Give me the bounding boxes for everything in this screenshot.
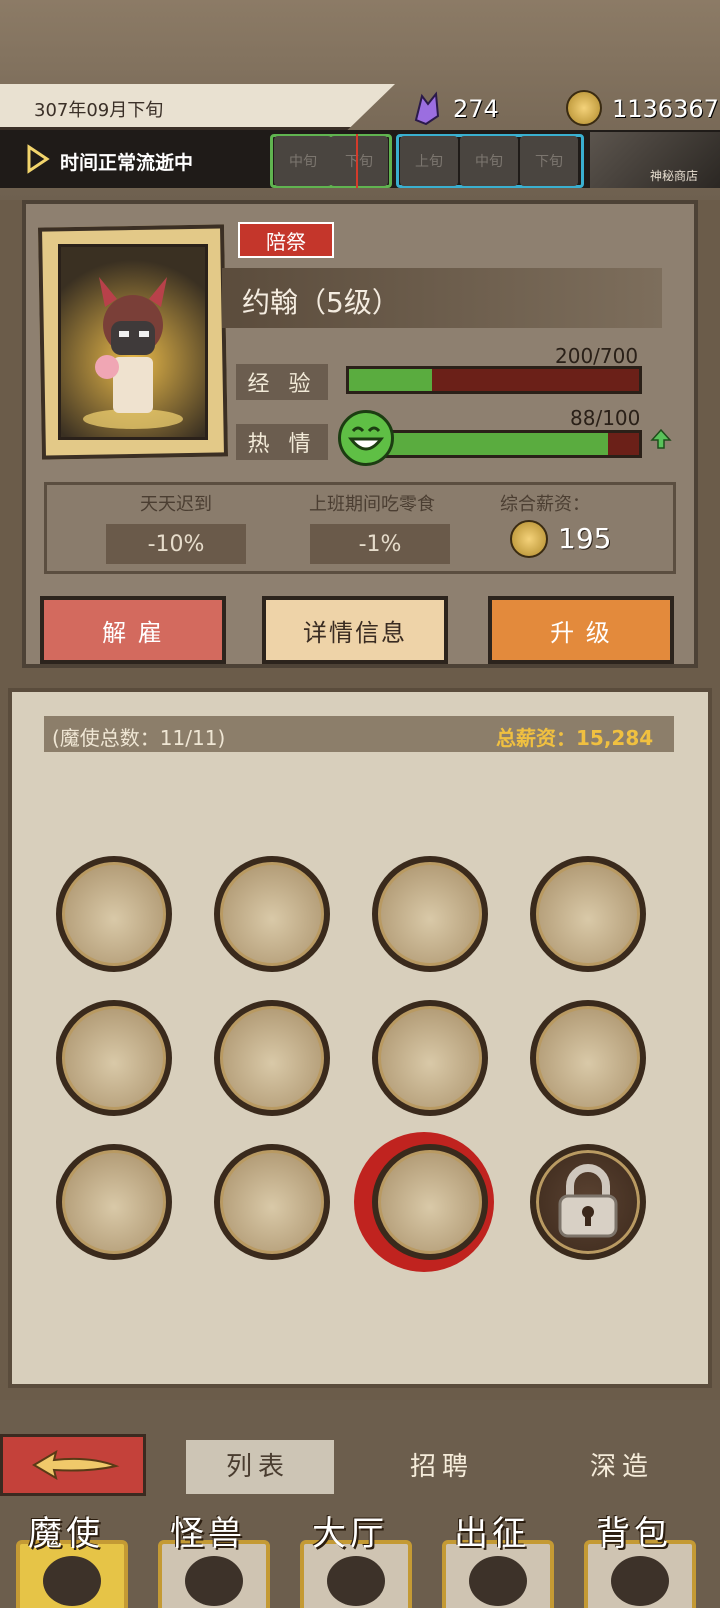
passion-value: 88/100 [570, 406, 641, 430]
gold-coin-icon [566, 90, 602, 126]
time-marker [356, 134, 358, 188]
arrow-left-icon [32, 1450, 120, 1480]
nav-monsters[interactable]: 怪兽 [170, 1506, 246, 1555]
exp-progress-fill [349, 369, 432, 391]
character-portrait [58, 244, 208, 440]
arrow-up-icon [650, 428, 672, 449]
gold-coin-icon [510, 520, 548, 558]
character-name: 约翰（5级） [242, 286, 400, 319]
period-slot-mid: 中旬 [274, 136, 332, 186]
nav-hall[interactable]: 大厅 [312, 1506, 388, 1555]
nav-demons[interactable]: 魔使 [28, 1506, 104, 1555]
staff-avatar-11-selected[interactable] [372, 1144, 488, 1260]
roster-count: (魔使总数：11/11) [52, 726, 226, 750]
backpack-icon [611, 1556, 669, 1606]
staff-avatar-1[interactable] [56, 856, 172, 972]
nav-expedition[interactable]: 出征 [454, 1506, 530, 1555]
staff-avatar-10[interactable] [214, 1144, 330, 1260]
gold-count: 1136367 [612, 95, 719, 123]
trait-1-name: 天天迟到 [140, 494, 212, 515]
locked-slot[interactable] [530, 1144, 646, 1260]
lock-icon [558, 1164, 618, 1238]
fire-button[interactable]: 解 雇 [40, 596, 226, 664]
game-date: 307年09月下旬 [34, 100, 164, 121]
staff-avatar-3[interactable] [372, 856, 488, 972]
tab-recruit[interactable]: 招聘 [410, 1446, 474, 1483]
passion-progress-fill [381, 433, 609, 455]
time-status: 时间正常流逝中 [60, 152, 194, 174]
passion-progress-bar [378, 430, 642, 458]
skull-icon [43, 1556, 101, 1606]
demon-girl-illustration [83, 277, 183, 429]
hall-icon [327, 1556, 385, 1606]
staff-avatar-5[interactable] [56, 1000, 172, 1116]
total-salary: 总薪资：15,284 [496, 726, 654, 750]
trait-2-name: 上班期间吃零食 [309, 494, 435, 515]
staff-avatar-6[interactable] [214, 1000, 330, 1116]
staff-avatar-4[interactable] [530, 856, 646, 972]
upgrade-button[interactable]: 升 级 [488, 596, 674, 664]
detail-info-button[interactable]: 详情信息 [262, 596, 448, 664]
exp-label: 经 验 [236, 364, 328, 400]
passion-label: 热 情 [236, 424, 328, 460]
salary-value: 195 [558, 522, 612, 555]
period-slot-late: 下旬 [330, 136, 388, 186]
happy-face-icon [338, 410, 394, 466]
character-tag: 陪祭 [238, 222, 334, 258]
mystery-shop-label: 神秘商店 [650, 169, 699, 183]
trait-2-value: -1% [310, 524, 450, 564]
period-slot-early-next: 上旬 [400, 136, 458, 186]
staff-avatar-9[interactable] [56, 1144, 172, 1260]
staff-avatar-7[interactable] [372, 1000, 488, 1116]
period-slot-late-next: 下旬 [520, 136, 578, 186]
staff-avatar-8[interactable] [530, 1000, 646, 1116]
exp-progress-bar [346, 366, 642, 394]
monster-icon [185, 1556, 243, 1606]
crystal-count: 274 [453, 95, 499, 123]
crystal-icon [414, 91, 440, 126]
trait-1-value: -10% [106, 524, 246, 564]
nav-backpack[interactable]: 背包 [596, 1506, 672, 1555]
period-slot-mid-next: 中旬 [460, 136, 518, 186]
exp-value: 200/700 [555, 344, 639, 368]
play-icon[interactable] [26, 144, 50, 174]
tab-list[interactable]: 列表 [226, 1446, 290, 1483]
tab-forge[interactable]: 深造 [590, 1446, 654, 1483]
salary-label: 综合薪资： [500, 494, 590, 515]
expedition-icon [469, 1556, 527, 1606]
staff-avatar-2[interactable] [214, 856, 330, 972]
